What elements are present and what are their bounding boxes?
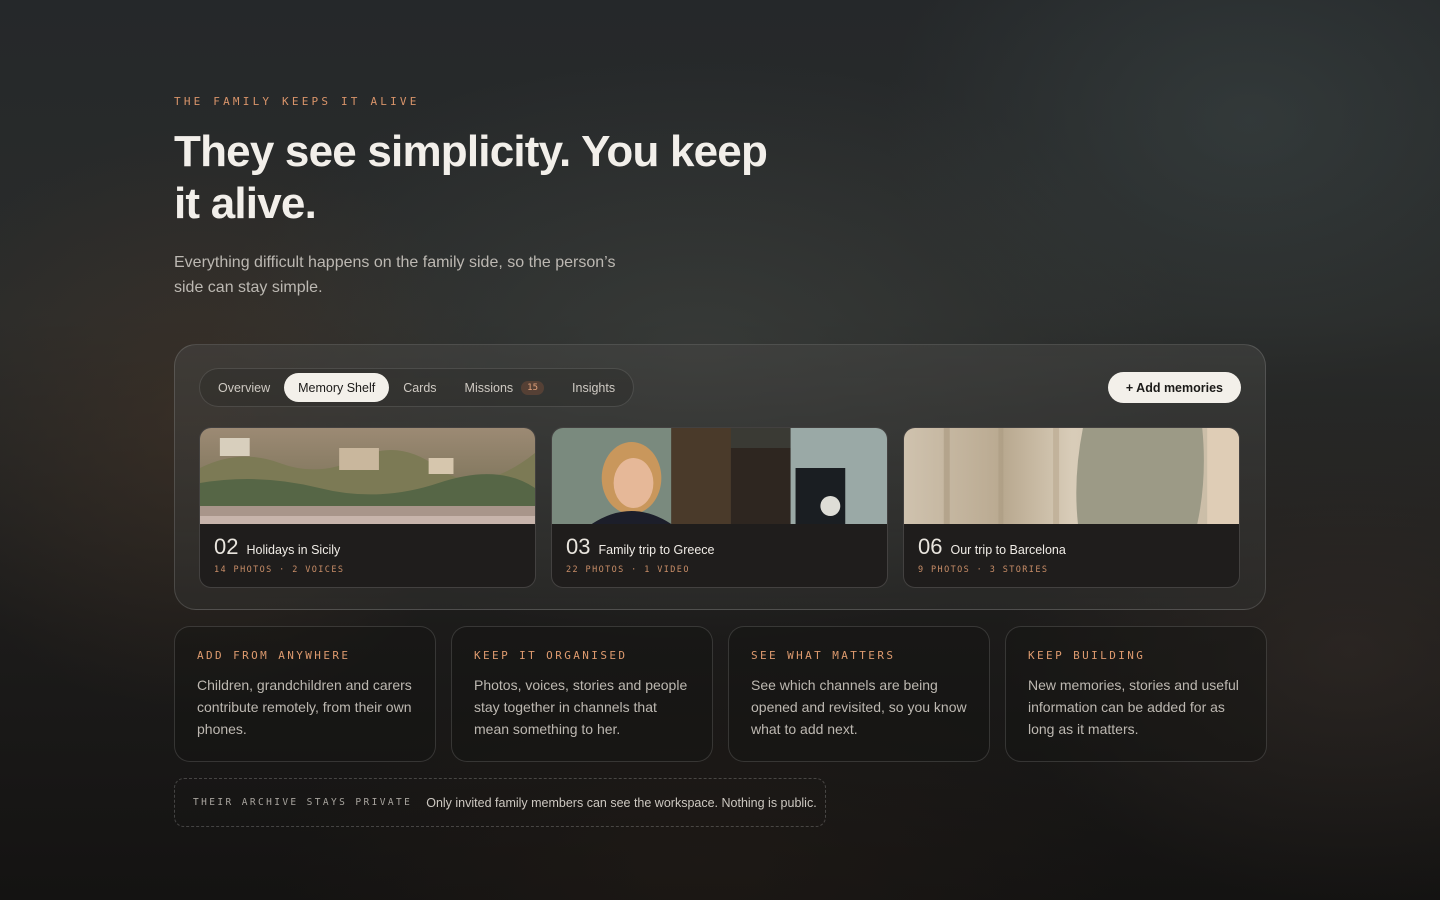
feature-text: Photos, voices, stories and people stay … xyxy=(474,677,688,737)
feature-label: KEEP BUILDING xyxy=(1028,649,1146,662)
memory-photo xyxy=(552,428,887,524)
memory-shelf: 02 Holidays in Sicily 14 PHOTOS · 2 VOIC… xyxy=(199,427,1240,588)
memory-meta: 9 PHOTOS · 3 STORIES xyxy=(918,565,1049,575)
tab-insights[interactable]: Insights xyxy=(558,373,629,402)
feature-card: KEEP IT ORGANISED Photos, voices, storie… xyxy=(451,626,713,762)
feature-card: SEE WHAT MATTERS See which channels are … xyxy=(728,626,990,762)
tab-label: Missions xyxy=(464,380,514,395)
memory-card[interactable]: 03 Family trip to Greece 22 PHOTOS · 1 V… xyxy=(551,427,888,588)
workspace-panel: Overview Memory Shelf Cards Missions 15 … xyxy=(174,344,1266,610)
eyebrow: THE FAMILY KEEPS IT ALIVE xyxy=(174,95,420,108)
memory-photo xyxy=(904,428,1239,524)
memory-title: Our trip to Barcelona xyxy=(950,543,1066,557)
memory-number: 02 xyxy=(214,534,239,559)
memory-card[interactable]: 06 Our trip to Barcelona 9 PHOTOS · 3 ST… xyxy=(903,427,1240,588)
tab-label: Overview xyxy=(218,380,271,395)
tab-label: Insights xyxy=(572,380,616,395)
features-row: ADD FROM ANYWHERE Children, grandchildre… xyxy=(174,626,1267,762)
feature-card: ADD FROM ANYWHERE Children, grandchildre… xyxy=(174,626,436,762)
memory-title: Family trip to Greece xyxy=(598,543,715,557)
memory-photo xyxy=(200,428,535,524)
memory-meta: 22 PHOTOS · 1 VIDEO xyxy=(566,565,690,575)
privacy-text: Only invited family members can see the … xyxy=(426,795,817,810)
feature-label: SEE WHAT MATTERS xyxy=(751,649,896,662)
privacy-label: THEIR ARCHIVE STAYS PRIVATE xyxy=(193,797,413,808)
memory-card[interactable]: 02 Holidays in Sicily 14 PHOTOS · 2 VOIC… xyxy=(199,427,536,588)
memory-number: 06 xyxy=(918,534,943,559)
feature-label: ADD FROM ANYWHERE xyxy=(197,649,351,662)
tab-missions[interactable]: Missions 15 xyxy=(451,373,558,402)
feature-label: KEEP IT ORGANISED xyxy=(474,649,628,662)
add-memories-button[interactable]: + Add memories xyxy=(1107,372,1241,403)
memory-title: Holidays in Sicily xyxy=(246,543,341,557)
memory-number: 03 xyxy=(566,534,591,559)
feature-text: See which channels are being opened and … xyxy=(751,677,967,737)
tab-overview[interactable]: Overview xyxy=(204,373,284,402)
tab-memory-shelf[interactable]: Memory Shelf xyxy=(284,373,390,402)
feature-text: New memories, stories and useful informa… xyxy=(1028,677,1239,737)
page-title: They see simplicity. You keep it alive. xyxy=(174,127,768,228)
subheading: Everything difficult happens on the fami… xyxy=(174,254,616,296)
feature-card: KEEP BUILDING New memories, stories and … xyxy=(1005,626,1267,762)
tab-label: Memory Shelf xyxy=(298,380,376,395)
feature-text: Children, grandchildren and carers contr… xyxy=(197,677,412,737)
tab-bar: Overview Memory Shelf Cards Missions 15 … xyxy=(199,368,635,407)
tab-label: Cards xyxy=(403,380,437,395)
tab-cards[interactable]: Cards xyxy=(389,373,450,402)
privacy-notice: THEIR ARCHIVE STAYS PRIVATE Only invited… xyxy=(174,778,826,827)
missions-count-badge: 15 xyxy=(521,380,545,395)
memory-meta: 14 PHOTOS · 2 VOICES xyxy=(214,565,345,575)
